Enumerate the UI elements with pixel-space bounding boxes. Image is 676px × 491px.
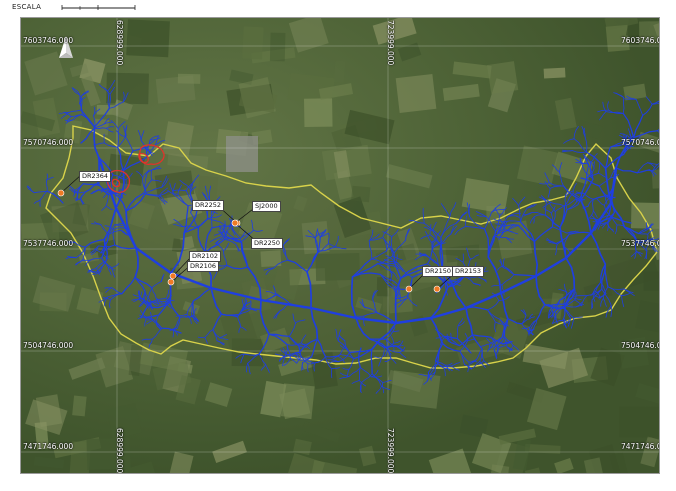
station-label: DR2150 [422, 266, 455, 277]
station-marker [405, 285, 413, 293]
station-label: DR2250 [251, 238, 284, 249]
station-label: DR2106 [187, 261, 220, 272]
scale-bar [61, 5, 136, 10]
station-marker [433, 285, 441, 293]
map-canvas[interactable] [21, 18, 660, 474]
station-marker [231, 219, 239, 227]
northing-label-right: 7603746.000 [621, 36, 659, 45]
scale-label: ESCALA [12, 3, 42, 11]
station-label: DR2252 [192, 200, 225, 211]
station-label: DR2153 [452, 266, 485, 277]
northing-label-left: 7570746.000 [23, 138, 74, 147]
map-frame[interactable]: 7603746.000 7570746.000 7537746.000 7504… [20, 17, 660, 474]
northing-label-left: 7471746.000 [23, 442, 74, 451]
station-label: SJ2000 [252, 201, 281, 212]
station-label: DR2364 [79, 171, 112, 182]
easting-label-top: 628999.000 [115, 20, 124, 66]
northing-label-left: 7504746.000 [23, 341, 74, 350]
northing-label-right: 7570746.000 [621, 138, 659, 147]
northing-label-left: 7603746.000 [23, 36, 74, 45]
station-marker [167, 278, 175, 286]
easting-label-top: 723999.000 [386, 20, 395, 66]
northing-label-right: 7537746.000 [621, 239, 659, 248]
easting-label-bottom: 628999.000 [115, 428, 124, 474]
northing-label-left: 7537746.000 [23, 239, 74, 248]
northing-label-right: 7471746.000 [621, 442, 659, 451]
easting-label-bottom: 723999.000 [386, 428, 395, 474]
northing-label-right: 7504746.000 [621, 341, 659, 350]
station-marker [57, 189, 65, 197]
